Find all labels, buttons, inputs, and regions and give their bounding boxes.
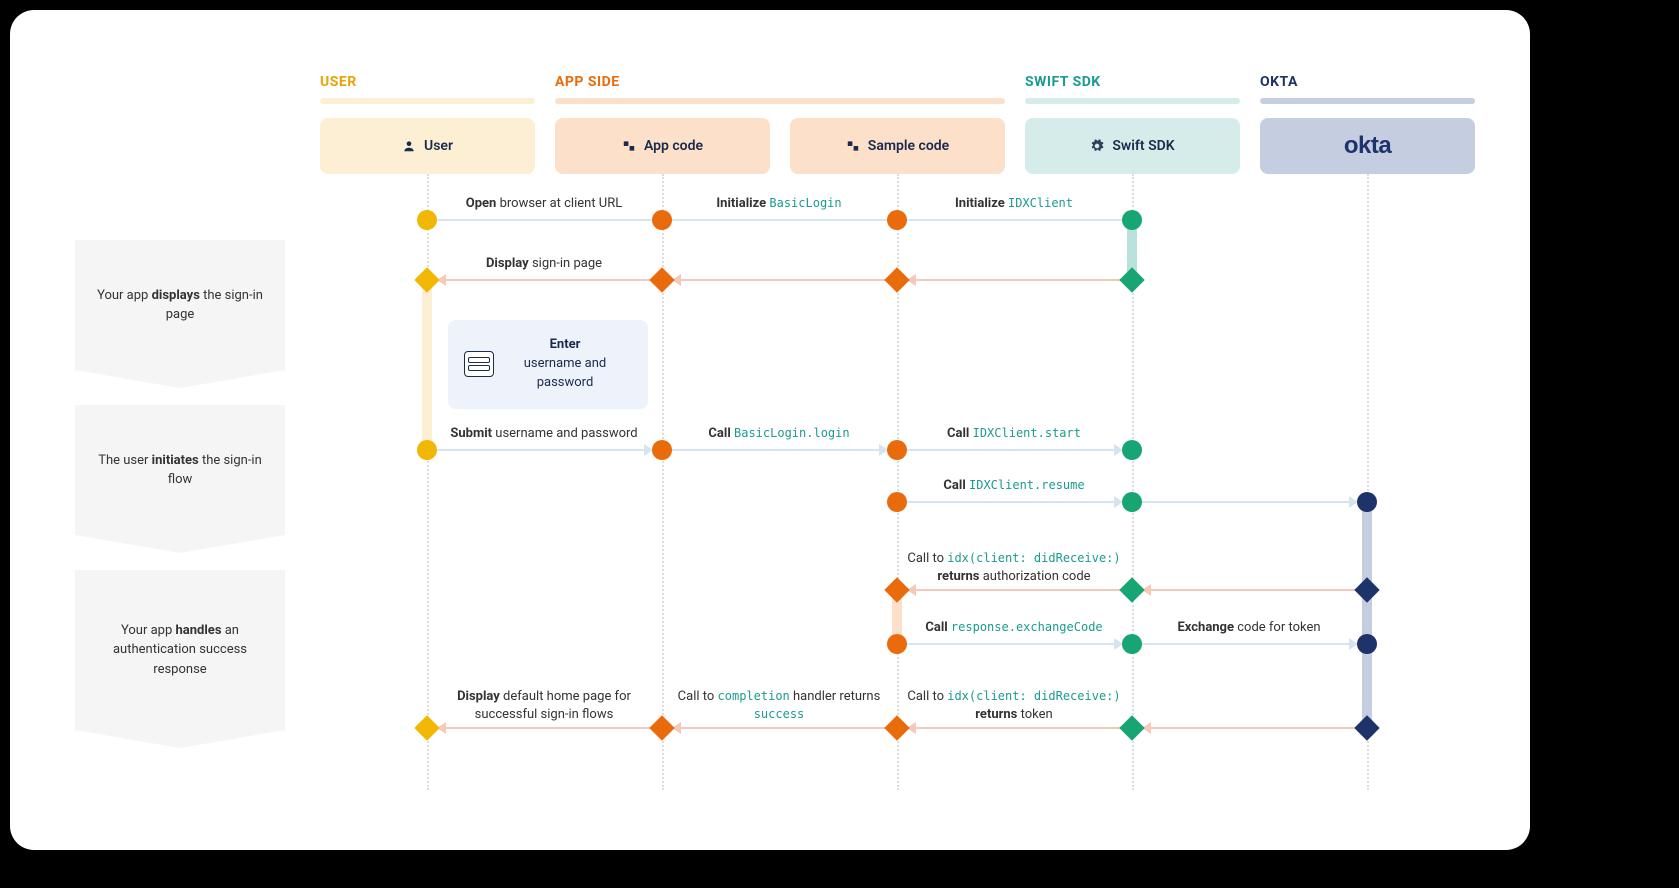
lane-swift-sdk: Swift SDK bbox=[1025, 118, 1240, 174]
node bbox=[652, 440, 672, 460]
node bbox=[649, 267, 674, 292]
node bbox=[414, 267, 439, 292]
section-app-label: APP SIDE bbox=[555, 74, 620, 90]
node bbox=[887, 634, 907, 654]
msg-call-resume: Call IDXClient.resume bbox=[943, 478, 1084, 493]
node bbox=[417, 210, 437, 230]
phase-display: Your app displays the sign-in page bbox=[75, 240, 285, 370]
node bbox=[1354, 715, 1379, 740]
arrow bbox=[437, 449, 1122, 451]
node bbox=[887, 210, 907, 230]
node bbox=[884, 715, 909, 740]
node bbox=[1119, 715, 1144, 740]
section-okta-bar bbox=[1260, 98, 1475, 104]
msg-exchange-token: Exchange code for token bbox=[1177, 620, 1320, 635]
node bbox=[1122, 492, 1142, 512]
lane-sample-code: Sample code bbox=[790, 118, 1005, 174]
msg-returns-token: Call to idx(client: didReceive:)returns … bbox=[907, 688, 1120, 723]
section-user-bar bbox=[320, 98, 535, 104]
node bbox=[1357, 492, 1377, 512]
msg-open-browser: Open browser at client URL bbox=[466, 196, 622, 211]
okta-logo: okta bbox=[1344, 132, 1391, 160]
arrow bbox=[437, 279, 1122, 281]
node bbox=[417, 440, 437, 460]
node bbox=[884, 267, 909, 292]
msg-init-idxclient: Initialize IDXClient bbox=[955, 196, 1073, 211]
node bbox=[887, 440, 907, 460]
section-sdk-bar bbox=[1025, 98, 1240, 104]
gear-icon bbox=[1090, 139, 1104, 153]
node bbox=[1119, 267, 1144, 292]
lifeline-sample bbox=[897, 174, 899, 790]
node bbox=[1357, 634, 1377, 654]
node bbox=[649, 715, 674, 740]
msg-completion-success: Call to completion handler returnssucces… bbox=[678, 688, 881, 723]
node bbox=[652, 210, 672, 230]
activation-user bbox=[422, 280, 432, 450]
phase-handle: Your app handles an authentication succe… bbox=[75, 570, 285, 730]
user-icon bbox=[402, 139, 416, 153]
node bbox=[414, 715, 439, 740]
arrow bbox=[437, 219, 652, 221]
node bbox=[884, 577, 909, 602]
lifeline-user bbox=[427, 174, 429, 790]
msg-submit-creds: Submit username and password bbox=[450, 426, 637, 441]
msg-call-start: Call IDXClient.start bbox=[947, 426, 1081, 441]
activation-okta bbox=[1362, 502, 1372, 730]
node bbox=[1354, 577, 1379, 602]
lane-user: User bbox=[320, 118, 535, 174]
node bbox=[1122, 440, 1142, 460]
node bbox=[1122, 634, 1142, 654]
phase-initiate: The user initiates the sign-in flow bbox=[75, 405, 285, 535]
section-user-label: USER bbox=[320, 74, 357, 90]
node bbox=[1122, 210, 1142, 230]
code-icon bbox=[622, 139, 636, 153]
node bbox=[1119, 577, 1144, 602]
msg-display-signin: Display sign-in page bbox=[486, 256, 602, 271]
node bbox=[887, 492, 907, 512]
msg-returns-authcode: Call to idx(client: didReceive:)returns … bbox=[907, 550, 1120, 585]
code-icon bbox=[846, 139, 860, 153]
lifeline-app bbox=[662, 174, 664, 790]
form-icon bbox=[464, 351, 494, 377]
msg-display-home: Display default home page forsuccessful … bbox=[457, 688, 631, 723]
msg-init-basiclogin: Initialize BasicLogin bbox=[716, 196, 841, 211]
msg-exchangecode: Call response.exchangeCode bbox=[925, 620, 1102, 635]
section-okta-label: OKTA bbox=[1260, 74, 1298, 90]
diagram-canvas: Your app displays the sign-in page The u… bbox=[10, 10, 1530, 850]
lane-okta: okta bbox=[1260, 118, 1475, 174]
lane-app-code: App code bbox=[555, 118, 770, 174]
arrow bbox=[907, 219, 1122, 221]
msg-call-loginh-login: Call BasicLogin.login bbox=[708, 426, 849, 441]
section-sdk-label: SWIFT SDK bbox=[1025, 74, 1101, 90]
section-app-bar bbox=[555, 98, 1005, 104]
arrow bbox=[672, 219, 887, 221]
callout-enter-creds: Enterusername and password bbox=[448, 320, 648, 409]
